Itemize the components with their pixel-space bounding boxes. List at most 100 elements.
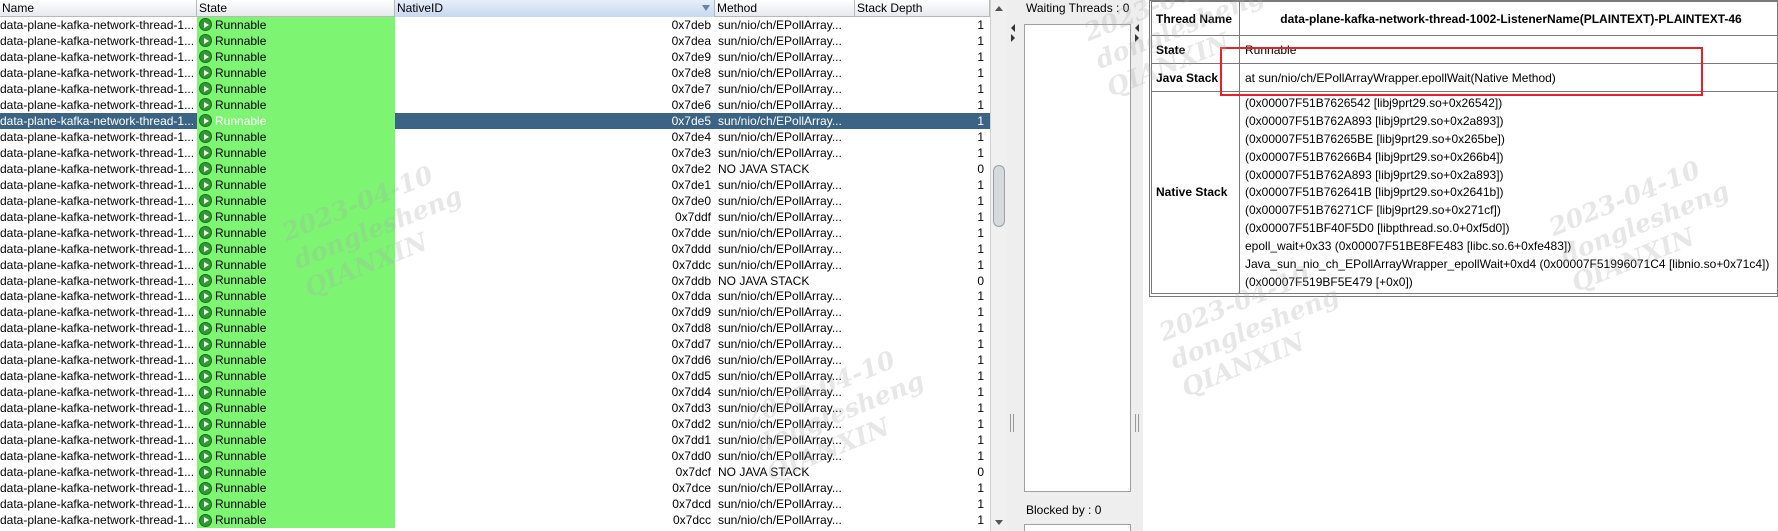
- cell-state: Runnable: [197, 512, 395, 528]
- table-row[interactable]: data-plane-kafka-network-thread-1... Runn…: [0, 32, 990, 49]
- table-row[interactable]: data-plane-kafka-network-thread-1... Runn…: [0, 496, 990, 513]
- java-stack-label: Java Stack: [1151, 63, 1240, 92]
- cell-state: Runnable: [197, 192, 395, 209]
- runnable-icon: [199, 242, 212, 256]
- runnable-icon: [199, 226, 212, 240]
- table-row[interactable]: data-plane-kafka-network-thread-1... Runn…: [0, 224, 990, 241]
- runnable-icon: [199, 146, 212, 160]
- table-row[interactable]: data-plane-kafka-network-thread-1... Runn…: [0, 160, 990, 177]
- column-header-method[interactable]: Method: [715, 0, 855, 17]
- native-stack-frame: (0x00007F51B76265BE [libj9prt29.so+0x265…: [1245, 131, 1505, 146]
- cell-native-id: 0x7dd2: [671, 417, 711, 432]
- runnable-icon: [199, 289, 212, 303]
- cell-state: Runnable: [197, 208, 395, 225]
- runnable-icon: [199, 98, 212, 112]
- blocked-by-list[interactable]: [1024, 524, 1131, 531]
- column-header-name[interactable]: Name: [0, 0, 197, 17]
- cell-native-id: 0x7de8: [671, 65, 711, 80]
- table-row[interactable]: data-plane-kafka-network-thread-1... Runn…: [0, 448, 990, 465]
- table-row[interactable]: data-plane-kafka-network-thread-1... Runn…: [0, 48, 990, 65]
- cell-method: sun/nio/ch/EPollArray...: [718, 289, 842, 304]
- table-row[interactable]: data-plane-kafka-network-thread-1... Runn…: [0, 192, 990, 209]
- cell-stack-depth: 1: [977, 289, 984, 304]
- runnable-icon: [199, 369, 212, 383]
- splitter-right[interactable]: [1133, 0, 1143, 531]
- waiting-threads-list[interactable]: [1024, 24, 1131, 492]
- cell-method: sun/nio/ch/EPollArray...: [718, 257, 842, 272]
- table-row[interactable]: data-plane-kafka-network-thread-1... Runn…: [0, 256, 990, 273]
- table-row[interactable]: data-plane-kafka-network-thread-1... Runn…: [0, 288, 990, 305]
- cell-native-id: 0x7dd4: [671, 385, 711, 400]
- cell-state: Runnable: [197, 320, 395, 337]
- scroll-up-icon[interactable]: [995, 6, 1003, 11]
- cell-name: data-plane-kafka-network-thread-1...: [0, 18, 195, 32]
- column-header-state[interactable]: State: [197, 0, 395, 17]
- table-row[interactable]: data-plane-kafka-network-thread-1... Runn…: [0, 512, 990, 528]
- table-row[interactable]: data-plane-kafka-network-thread-1... Runn…: [0, 400, 990, 417]
- table-row[interactable]: data-plane-kafka-network-thread-1... Runn…: [0, 304, 990, 321]
- table-row[interactable]: data-plane-kafka-network-thread-1... Runn…: [0, 384, 990, 401]
- table-row[interactable]: data-plane-kafka-network-thread-1... Runn…: [0, 17, 990, 33]
- cell-state-label: Runnable: [215, 305, 267, 320]
- table-row[interactable]: data-plane-kafka-network-thread-1... Runn…: [0, 432, 990, 449]
- table-row[interactable]: data-plane-kafka-network-thread-1... Runn…: [0, 80, 990, 97]
- cell-state-label: Runnable: [215, 337, 267, 352]
- table-row[interactable]: data-plane-kafka-network-thread-1... Runn…: [0, 128, 990, 145]
- table-row[interactable]: data-plane-kafka-network-thread-1... Runn…: [0, 352, 990, 369]
- cell-native-id: 0x7dd8: [671, 321, 711, 336]
- cell-stack-depth: 1: [977, 497, 984, 512]
- column-header-stack-depth[interactable]: Stack Depth: [855, 0, 990, 17]
- cell-native-id: 0x7dd0: [671, 449, 711, 464]
- cell-method: sun/nio/ch/EPollArray...: [718, 513, 842, 528]
- cell-state: Runnable: [197, 160, 395, 177]
- cell-method: sun/nio/ch/EPollArray...: [718, 81, 842, 96]
- column-header-native-id[interactable]: NativeID: [395, 0, 715, 17]
- cell-native-id: 0x7dd3: [671, 401, 711, 416]
- collapse-right-icon[interactable]: [1011, 34, 1015, 42]
- table-row[interactable]: data-plane-kafka-network-thread-1... Runn…: [0, 416, 990, 433]
- table-row[interactable]: data-plane-kafka-network-thread-1... Runn…: [0, 480, 990, 497]
- cell-native-id: 0x7de6: [671, 97, 711, 112]
- cell-name: data-plane-kafka-network-thread-1...: [0, 497, 195, 512]
- cell-method: sun/nio/ch/EPollArray...: [718, 209, 842, 224]
- collapse-left-icon[interactable]: [1011, 24, 1015, 32]
- cell-native-id: 0x7de4: [671, 129, 711, 144]
- table-row[interactable]: data-plane-kafka-network-thread-1... Runn…: [0, 336, 990, 353]
- cell-name: data-plane-kafka-network-thread-1...: [0, 257, 195, 272]
- table-row[interactable]: data-plane-kafka-network-thread-1... Runn…: [0, 144, 990, 161]
- cell-native-id: 0x7ddc: [672, 257, 711, 272]
- cell-state-label: Runnable: [215, 353, 267, 368]
- table-row[interactable]: data-plane-kafka-network-thread-1... Runn…: [0, 112, 990, 129]
- table-row[interactable]: data-plane-kafka-network-thread-1... Runn…: [0, 208, 990, 225]
- runnable-icon: [199, 18, 212, 32]
- scrollbar-thumb[interactable]: [993, 165, 1005, 227]
- table-row[interactable]: data-plane-kafka-network-thread-1... Runn…: [0, 240, 990, 257]
- collapse-right-icon[interactable]: [1135, 34, 1139, 42]
- cell-state: Runnable: [197, 448, 395, 465]
- cell-name: data-plane-kafka-network-thread-1...: [0, 112, 197, 129]
- cell-name: data-plane-kafka-network-thread-1...: [0, 481, 195, 496]
- table-row[interactable]: data-plane-kafka-network-thread-1... Runn…: [0, 64, 990, 81]
- table-row[interactable]: data-plane-kafka-network-thread-1... Runn…: [0, 368, 990, 385]
- table-row[interactable]: data-plane-kafka-network-thread-1... Runn…: [0, 320, 990, 337]
- cell-method: sun/nio/ch/EPollArray...: [715, 112, 855, 129]
- cell-state-label: Runnable: [215, 321, 267, 336]
- cell-native-id: 0x7deb: [671, 18, 711, 32]
- scroll-down-icon[interactable]: [995, 520, 1003, 525]
- table-row[interactable]: data-plane-kafka-network-thread-1... Runn…: [0, 272, 990, 289]
- splitter-left[interactable]: [1007, 0, 1022, 531]
- cell-name: data-plane-kafka-network-thread-1...: [0, 417, 195, 432]
- collapse-left-icon[interactable]: [1135, 24, 1139, 32]
- thread-table[interactable]: Name State NativeID Method Stack Depth d…: [0, 0, 990, 531]
- table-row[interactable]: data-plane-kafka-network-thread-1... Runn…: [0, 176, 990, 193]
- cell-state: Runnable: [197, 304, 395, 321]
- table-vertical-scrollbar[interactable]: [990, 0, 1007, 531]
- runnable-icon: [199, 162, 212, 176]
- cell-state-label: Runnable: [215, 513, 267, 528]
- cell-stack-depth: 1: [977, 18, 984, 32]
- cell-stack-depth: 1: [855, 112, 990, 129]
- table-row[interactable]: data-plane-kafka-network-thread-1... Runn…: [0, 96, 990, 113]
- table-row[interactable]: data-plane-kafka-network-thread-1... Runn…: [0, 464, 990, 481]
- cell-name: data-plane-kafka-network-thread-1...: [0, 97, 195, 112]
- cell-state: Runnable: [197, 80, 395, 97]
